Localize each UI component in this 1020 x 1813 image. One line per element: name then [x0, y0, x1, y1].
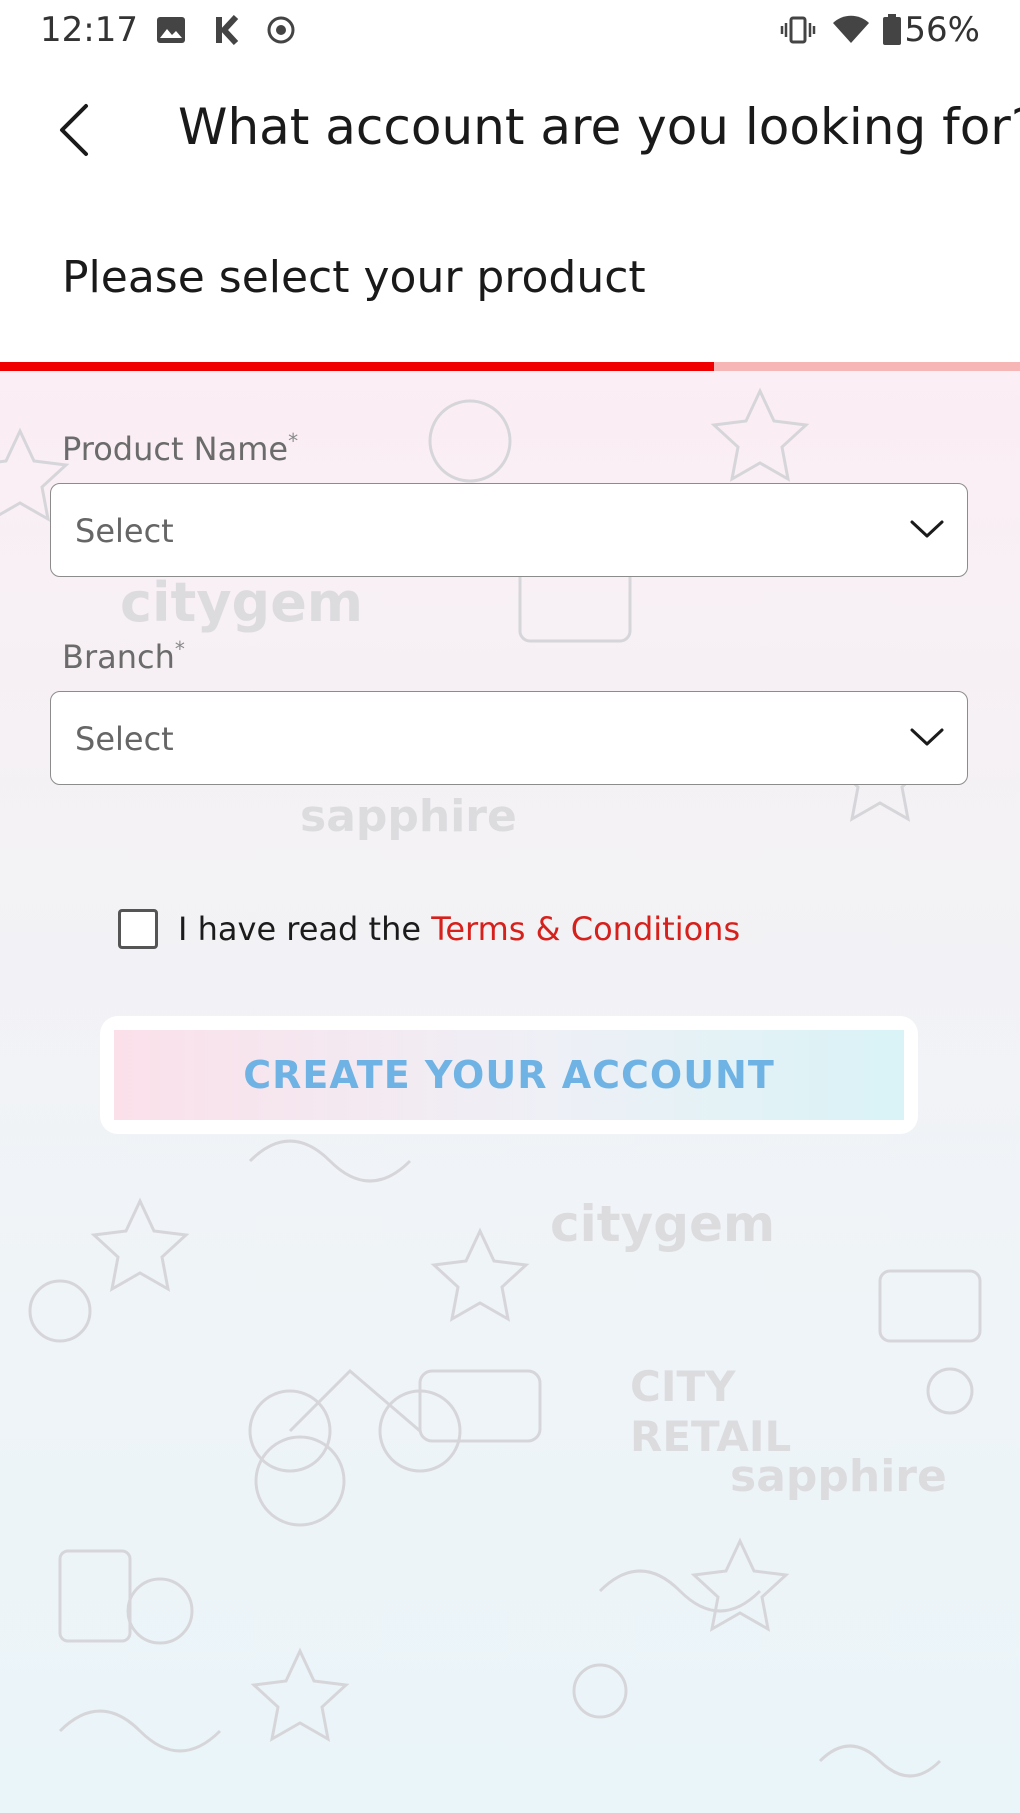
create-account-card: CREATE YOUR ACCOUNT	[100, 1016, 918, 1134]
terms-row: I have read the Terms & Conditions	[118, 905, 740, 953]
product-name-value: Select	[75, 512, 174, 550]
create-account-button[interactable]: CREATE YOUR ACCOUNT	[114, 1030, 904, 1120]
svg-text:citygem: citygem	[550, 1195, 775, 1253]
branch-select[interactable]: Select	[50, 691, 968, 785]
form-area: citygem sapphire citygem CITY RETAIL . s…	[0, 371, 1020, 1813]
image-icon	[156, 14, 186, 46]
terms-link[interactable]: Terms & Conditions	[431, 910, 740, 948]
battery-level: 56%	[904, 10, 980, 50]
k-app-icon	[214, 14, 240, 46]
product-name-label: Product Name*	[62, 429, 299, 468]
branch-label: Branch*	[62, 637, 185, 676]
page-title: What account are you looking for?	[178, 98, 1020, 156]
record-icon	[266, 14, 296, 46]
wifi-icon	[832, 14, 870, 46]
svg-text:CITY: CITY	[630, 1362, 736, 1411]
chevron-down-icon	[910, 728, 944, 746]
branch-value: Select	[75, 720, 174, 758]
vibrate-icon	[780, 14, 816, 46]
svg-text:sapphire: sapphire	[300, 791, 517, 842]
terms-prefix: I have read the	[178, 910, 432, 948]
progress-fill	[0, 362, 714, 371]
progress-bar	[0, 362, 1020, 371]
product-name-select[interactable]: Select	[50, 483, 968, 577]
battery-icon	[882, 14, 902, 46]
svg-text:citygem: citygem	[120, 571, 363, 634]
back-button[interactable]	[48, 100, 98, 160]
terms-checkbox[interactable]	[118, 909, 158, 949]
app-header: What account are you looking for?	[0, 62, 1020, 202]
svg-text:sapphire: sapphire	[730, 1451, 947, 1502]
status-time: 12:17	[40, 10, 138, 50]
page-subtitle: Please select your product	[62, 252, 646, 303]
chevron-left-icon	[60, 104, 88, 156]
status-bar: 12:17 56%	[0, 0, 1020, 62]
terms-text: I have read the Terms & Conditions	[178, 910, 740, 948]
chevron-down-icon	[910, 520, 944, 538]
